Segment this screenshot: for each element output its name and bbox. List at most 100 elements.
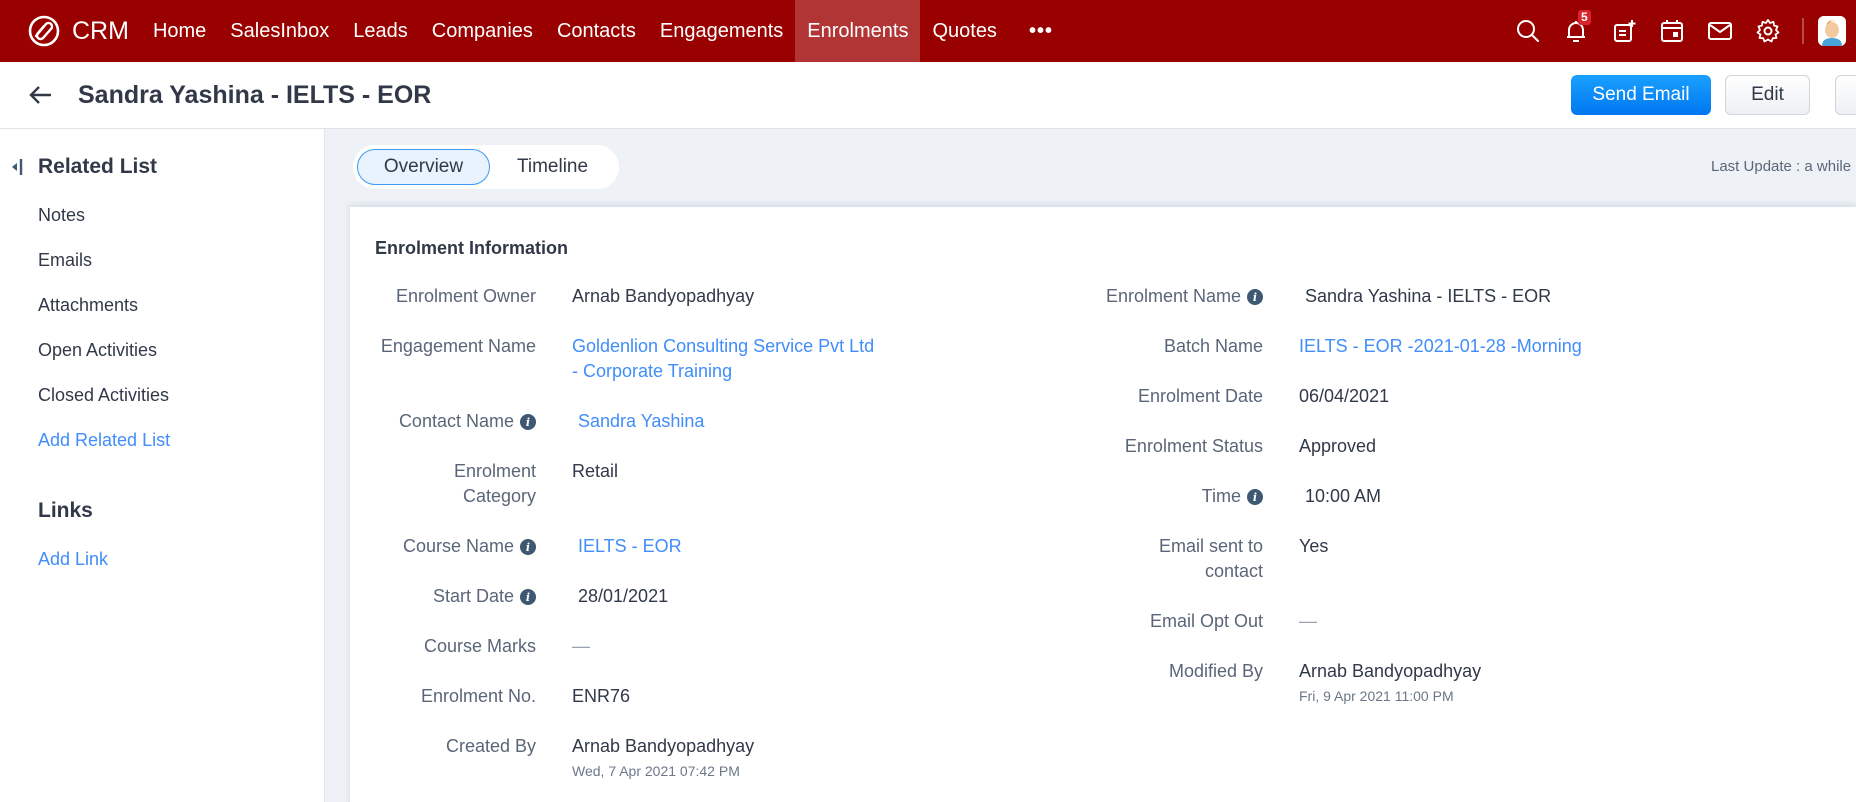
label-line-1: Email sent to — [1158, 536, 1263, 556]
field-label-text: Enrolment Name — [1105, 286, 1241, 306]
field-modified-by: Modified By Arnab Bandyopadhyay Fri, 9 A… — [1101, 659, 1481, 705]
related-list-header: Related List — [10, 155, 157, 179]
tab-overview[interactable]: Overview — [357, 149, 490, 185]
info-icon[interactable]: i — [1247, 489, 1263, 505]
field-label: Enrolment Name i — [1101, 284, 1263, 309]
nav-tab-leads[interactable]: Leads — [341, 0, 420, 62]
empty-dash: — — [1299, 611, 1317, 631]
field-value: — — [572, 634, 590, 659]
modified-by-name: Arnab Bandyopadhyay — [1299, 661, 1482, 681]
batch-name-link[interactable]: IELTS - EOR -2021-01-28 -Morning — [1299, 334, 1582, 359]
field-enrolment-category: Enrolment Category Retail — [376, 459, 618, 509]
collapse-sidebar-icon[interactable] — [10, 157, 26, 177]
field-enrolment-no: Enrolment No. ENR76 — [376, 684, 630, 709]
nav-tab-enrolments[interactable]: Enrolments — [795, 0, 921, 62]
enrolment-information-card: Enrolment Information Enrolment Owner Ar… — [350, 207, 1856, 802]
field-value: Sandra Yashina - IELTS - EOR — [1305, 286, 1552, 306]
nav-tab-companies[interactable]: Companies — [420, 0, 545, 62]
avatar-image-icon — [1818, 16, 1846, 46]
field-label: Enrolment Owner — [395, 286, 536, 306]
label-line-1: Enrolment — [453, 461, 536, 481]
nav-tab-home[interactable]: Home — [141, 0, 218, 62]
sidebar-item-closed-activities[interactable]: Closed Activities — [38, 385, 169, 406]
field-enrolment-owner: Enrolment Owner Arnab Bandyopadhyay — [376, 284, 754, 309]
field-label: Enrolment No. — [420, 686, 536, 706]
search-icon[interactable] — [1504, 0, 1552, 62]
edit-button[interactable]: Edit — [1725, 75, 1810, 115]
value-line-1: Goldenlion Consulting Service Pvt Ltd — [572, 336, 875, 356]
info-icon[interactable]: i — [520, 414, 536, 430]
field-start-date: Start Date i 28/01/2021 — [376, 584, 668, 609]
field-value: 28/01/2021 — [578, 586, 669, 606]
user-avatar[interactable] — [1818, 16, 1846, 46]
course-name-link[interactable]: IELTS - EOR — [578, 534, 682, 559]
field-contact-name: Contact Name i Sandra Yashina — [376, 409, 705, 434]
top-nav-bar: CRM Home SalesInbox Leads Companies Cont… — [0, 0, 1856, 62]
nav-tab-quotes[interactable]: Quotes — [920, 0, 1008, 62]
field-time: Time i 10:00 AM — [1101, 484, 1381, 509]
send-email-button[interactable]: Send Email — [1571, 75, 1711, 115]
record-header: Sandra Yashina - IELTS - EOR Send Email … — [0, 62, 1856, 129]
label-line-2: Category — [462, 486, 536, 506]
add-link[interactable]: Add Link — [38, 549, 108, 570]
calendar-icon[interactable] — [1648, 0, 1696, 62]
mail-icon[interactable] — [1696, 0, 1744, 62]
field-label: Enrolment Status — [1124, 436, 1263, 456]
field-enrolment-status: Enrolment Status Approved — [1101, 434, 1376, 459]
gear-icon[interactable] — [1744, 0, 1792, 62]
empty-dash: — — [572, 636, 590, 656]
sidebar-item-attachments[interactable]: Attachments — [38, 295, 138, 316]
sidebar-item-emails[interactable]: Emails — [38, 250, 92, 271]
tab-timeline[interactable]: Timeline — [490, 149, 615, 185]
more-modules-button[interactable]: ••• — [1009, 0, 1073, 62]
field-value: — — [1299, 609, 1317, 634]
brand-name: CRM — [72, 16, 129, 45]
notification-count-badge: 5 — [1578, 10, 1591, 25]
field-created-by: Created By Arnab Bandyopadhyay Wed, 7 Ap… — [376, 734, 754, 780]
field-label: Course Marks — [423, 636, 536, 656]
field-label: Enrolment Date — [1137, 386, 1263, 406]
last-update-text: Last Update : a while — [1711, 158, 1852, 175]
nav-tab-contacts[interactable]: Contacts — [545, 0, 648, 62]
field-course-marks: Course Marks — — [376, 634, 590, 659]
module-tabs: Home SalesInbox Leads Companies Contacts… — [141, 0, 1073, 62]
sidebar-item-open-activities[interactable]: Open Activities — [38, 340, 157, 361]
label-line-2: contact — [1204, 561, 1263, 581]
back-arrow-icon[interactable] — [26, 80, 56, 110]
field-engagement-name: Engagement Name Goldenlion Consulting Se… — [376, 334, 874, 384]
add-note-icon[interactable] — [1600, 0, 1648, 62]
contact-name-link[interactable]: Sandra Yashina — [578, 409, 704, 434]
notifications-bell-icon[interactable]: 5 — [1552, 0, 1600, 62]
field-label: Course Name i — [376, 534, 536, 559]
field-batch-name: Batch Name IELTS - EOR -2021-01-28 -Morn… — [1101, 334, 1582, 359]
field-label: Time i — [1101, 484, 1263, 509]
info-icon[interactable]: i — [1247, 289, 1263, 305]
field-enrolment-date: Enrolment Date 06/04/2021 — [1101, 384, 1389, 409]
info-icon[interactable]: i — [520, 589, 536, 605]
engagement-name-link[interactable]: Goldenlion Consulting Service Pvt Ltd - … — [572, 334, 874, 384]
modified-timestamp: Fri, 9 Apr 2021 11:00 PM — [1299, 688, 1454, 704]
nav-tab-salesinbox[interactable]: SalesInbox — [218, 0, 341, 62]
links-title: Links — [38, 499, 93, 522]
add-related-list-link[interactable]: Add Related List — [38, 430, 170, 451]
field-value: 10:00 AM — [1305, 486, 1382, 506]
more-actions-button[interactable] — [1835, 75, 1856, 115]
field-email-opt-out: Email Opt Out — — [1101, 609, 1317, 634]
record-content: Overview Timeline Last Update : a while … — [325, 129, 1856, 802]
sidebar-item-notes[interactable]: Notes — [38, 205, 85, 226]
field-enrolment-name: Enrolment Name i Sandra Yashina - IELTS -… — [1101, 284, 1551, 309]
field-label-text: Start Date — [432, 586, 514, 606]
field-value: 06/04/2021 — [1299, 386, 1390, 406]
nav-tab-engagements[interactable]: Engagements — [648, 0, 795, 62]
field-value: Arnab Bandyopadhyay — [572, 286, 755, 306]
field-email-sent-to-contact: Email sent to contact Yes — [1101, 534, 1328, 584]
field-label: Contact Name i — [376, 409, 536, 434]
crm-logo-icon — [28, 15, 60, 47]
field-label: Email sent to contact — [1101, 534, 1263, 584]
field-value: ENR76 — [572, 686, 631, 706]
value-line-2: - Corporate Training — [572, 361, 733, 381]
info-icon[interactable]: i — [520, 539, 536, 555]
view-tabs: Overview Timeline — [353, 145, 619, 189]
crm-logo[interactable]: CRM — [24, 0, 129, 62]
field-label: Batch Name — [1163, 336, 1263, 356]
